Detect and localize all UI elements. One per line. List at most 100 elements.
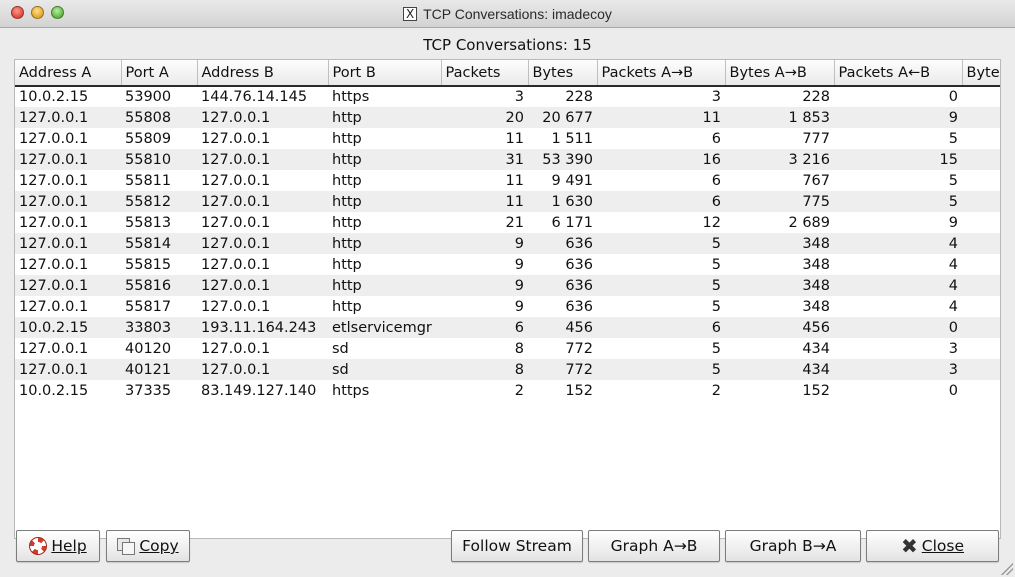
table-cell: 6 (711, 172, 721, 189)
table-row[interactable]: 127.0.0.1 40120 127.0.0.1 sd 8 772 5 434 3 (15, 338, 1000, 359)
table-row[interactable]: 127.0.0.1 55812 127.0.0.1 http 11 1 630 6 775 5 (15, 191, 1000, 212)
table-cell: 348 (725, 275, 834, 296)
table-row[interactable]: 127.0.0.1 55814 127.0.0.1 http 9 636 5 348 4 (15, 233, 1000, 254)
table-cell: 777 (802, 130, 830, 147)
table-cell: https (332, 382, 370, 399)
table-cell: 152 (565, 382, 593, 399)
graph-b-to-a-button-label: Graph B→A (749, 537, 837, 555)
table-cell: 434 (725, 359, 834, 380)
table-row[interactable]: 10.0.2.15 33803 193.11.164.243 etlservicemg… (15, 317, 1000, 338)
table-cell: 15 (834, 149, 962, 170)
table-cell (962, 317, 1000, 338)
table-cell: 55813 (125, 214, 172, 231)
copy-button-label: Copy (139, 537, 179, 555)
table-cell: 33803 (121, 317, 197, 338)
table-cell: 434 (802, 340, 830, 357)
column-header[interactable]: Packets (441, 60, 529, 87)
table-cell: 9 (514, 256, 524, 273)
resize-grip-icon[interactable] (1001, 563, 1013, 575)
table-cell: http (328, 233, 441, 254)
close-button[interactable]: ✖ Close (866, 530, 999, 562)
table-row[interactable]: 127.0.0.1 55813 127.0.0.1 http 21 6 171 12 2 68… (15, 212, 1000, 233)
close-x-icon: ✖ (901, 534, 918, 558)
table-cell: 127.0.0.1 (19, 340, 89, 357)
table-cell: 9 (441, 233, 528, 254)
table-cell: 9 491 (551, 172, 593, 189)
table-cell: http (332, 172, 362, 189)
column-header[interactable]: Byte (962, 60, 1000, 87)
table-cell: 1 853 (725, 107, 834, 128)
table-cell: 0 (948, 382, 958, 399)
table-cell: 31 (441, 149, 528, 170)
table-cell: 55815 (125, 256, 172, 273)
table-row[interactable]: 127.0.0.1 55817 127.0.0.1 http 9 636 5 348 4 (15, 296, 1000, 317)
table-cell (962, 191, 1000, 212)
table-cell: 636 (565, 256, 593, 273)
table-cell: 55817 (125, 298, 172, 315)
table-cell: 772 (565, 340, 593, 357)
column-header[interactable]: Port B (328, 60, 442, 87)
table-cell: 456 (528, 317, 597, 338)
copy-button[interactable]: Copy (106, 530, 190, 562)
table-cell: 12 (702, 214, 721, 231)
table-row[interactable]: 127.0.0.1 55815 127.0.0.1 http 9 636 5 348 4 (15, 254, 1000, 275)
table-cell: 1 511 (551, 130, 593, 147)
column-header[interactable]: Address A (15, 60, 122, 87)
table-cell: 53900 (125, 89, 172, 105)
table-cell: 193.11.164.243 (197, 317, 328, 338)
table-row[interactable]: 127.0.0.1 55816 127.0.0.1 http 9 636 5 348 4 (15, 275, 1000, 296)
graph-a-to-b-button[interactable]: Graph A→B (588, 530, 720, 562)
conversations-table: Address A Port A Address B Port B Packets Byt… (15, 60, 1000, 401)
column-header[interactable]: Packets A→B (597, 60, 726, 87)
table-cell: 9 (441, 275, 528, 296)
table-row[interactable]: 127.0.0.1 55808 127.0.0.1 http 20 20 677 11 1 8… (15, 107, 1000, 128)
conversation-count-heading: TCP Conversations: 15 (423, 36, 592, 54)
graph-b-to-a-button[interactable]: Graph B→A (725, 530, 861, 562)
table-cell: 127.0.0.1 (15, 149, 121, 170)
table-cell (962, 128, 1000, 149)
table-row[interactable]: 10.0.2.15 53900 144.76.14.145 https 3 228 3 228… (15, 86, 1000, 107)
table-cell: etlservicemgr (328, 317, 441, 338)
table-cell (962, 107, 1000, 128)
table-row[interactable]: 127.0.0.1 55811 127.0.0.1 http 11 9 491 6 767 5 (15, 170, 1000, 191)
table-cell: 2 (514, 382, 524, 399)
table-cell: 55811 (125, 172, 172, 189)
help-button[interactable]: Help (16, 530, 100, 562)
table-row[interactable]: 127.0.0.1 55810 127.0.0.1 http 31 53 390 16 3 2… (15, 149, 1000, 170)
table-row[interactable]: 127.0.0.1 55809 127.0.0.1 http 11 1 511 6 777 5 (15, 128, 1000, 149)
column-header[interactable]: Address B (197, 60, 329, 87)
table-cell: 127.0.0.1 (201, 298, 271, 315)
table-cell: 127.0.0.1 (19, 130, 89, 147)
table-cell: http (332, 298, 362, 315)
table-cell: 3 (514, 89, 524, 105)
table-cell: 3 216 (725, 149, 834, 170)
table-cell: 772 (528, 359, 597, 380)
window-body: TCP Conversations: 15 Address A Port A Add… (0, 28, 1015, 577)
table-row[interactable]: 10.0.2.15 37335 83.149.127.140 https 2 152 2 15… (15, 380, 1000, 401)
table-row[interactable]: 127.0.0.1 40121 127.0.0.1 sd 8 772 5 434 3 (15, 359, 1000, 380)
column-header[interactable]: Bytes A→B (725, 60, 835, 87)
table-cell: 636 (528, 275, 597, 296)
column-header[interactable]: Packets A←B (834, 60, 963, 87)
help-button-label: Help (51, 537, 87, 555)
table-cell (962, 359, 1000, 380)
table-cell: 228 (802, 89, 830, 105)
column-header[interactable]: Bytes (528, 60, 598, 87)
table-cell: 636 (565, 298, 593, 315)
follow-stream-button-label: Follow Stream (462, 537, 572, 555)
table-cell: 127.0.0.1 (197, 149, 328, 170)
table-cell: 4 (948, 256, 958, 273)
table-cell: http (328, 275, 441, 296)
table-body: 10.0.2.15 53900 144.76.14.145 https 3 228 3 228… (15, 86, 1000, 401)
table-cell: 127.0.0.1 (15, 275, 121, 296)
follow-stream-button[interactable]: Follow Stream (451, 530, 583, 562)
table-cell: 127.0.0.1 (19, 298, 89, 315)
table-cell: 775 (725, 191, 834, 212)
table-cell: 3 (834, 359, 962, 380)
table-cell (962, 149, 1000, 170)
x11-icon: X (403, 7, 418, 21)
table-cell: 5 (597, 275, 725, 296)
table-cell: 767 (802, 172, 830, 189)
column-header[interactable]: Port A (121, 60, 198, 87)
table-cell: 2 (711, 382, 721, 399)
